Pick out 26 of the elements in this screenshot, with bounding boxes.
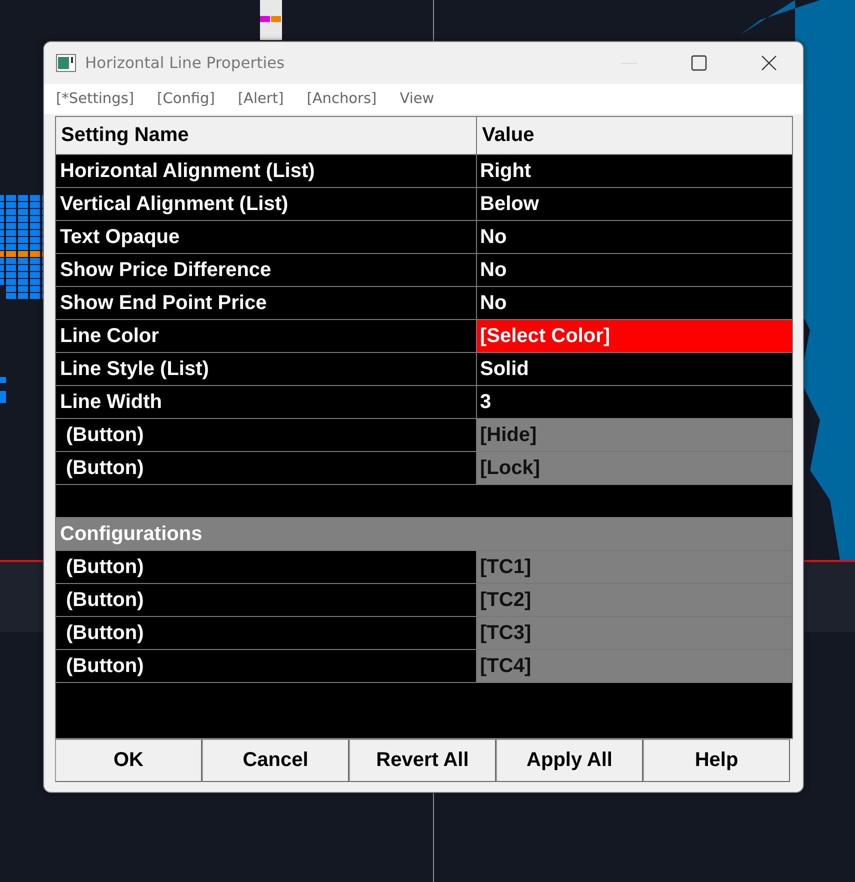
window-title: Horizontal Line Properties <box>85 54 286 72</box>
setting-value[interactable]: [Lock] <box>477 452 792 484</box>
dialog-button[interactable]: Apply All <box>496 739 643 782</box>
setting-value[interactable]: [TC3] <box>477 617 792 649</box>
menu-item[interactable]: [*Settings] <box>56 91 134 107</box>
menu-item[interactable]: [Anchors] <box>306 91 377 107</box>
setting-value[interactable]: [TC4] <box>477 650 792 682</box>
maximize-icon[interactable] <box>691 55 707 71</box>
menu-item[interactable]: [Config] <box>157 91 215 107</box>
setting-value[interactable]: [TC1] <box>477 551 792 583</box>
volume-bar <box>0 391 6 403</box>
close-icon[interactable] <box>761 55 777 71</box>
dialog-button[interactable]: OK <box>55 739 202 782</box>
dialog-button[interactable]: Help <box>643 739 790 782</box>
dialog-button[interactable]: Cancel <box>202 739 349 782</box>
window-icon <box>56 54 76 72</box>
volume-bar <box>0 377 6 383</box>
column-header: Setting Name <box>56 117 477 154</box>
setting-value[interactable]: [TC2] <box>477 584 792 616</box>
setting-value[interactable]: [Select Color] <box>477 320 792 352</box>
setting-value[interactable]: [Hide] <box>477 419 792 451</box>
column-header: Value <box>481 123 536 148</box>
menu-item[interactable]: View <box>400 91 434 107</box>
dialog-button[interactable]: Revert All <box>349 739 496 782</box>
section-header: Configurations <box>56 518 792 551</box>
menu-item[interactable]: [Alert] <box>238 91 284 107</box>
